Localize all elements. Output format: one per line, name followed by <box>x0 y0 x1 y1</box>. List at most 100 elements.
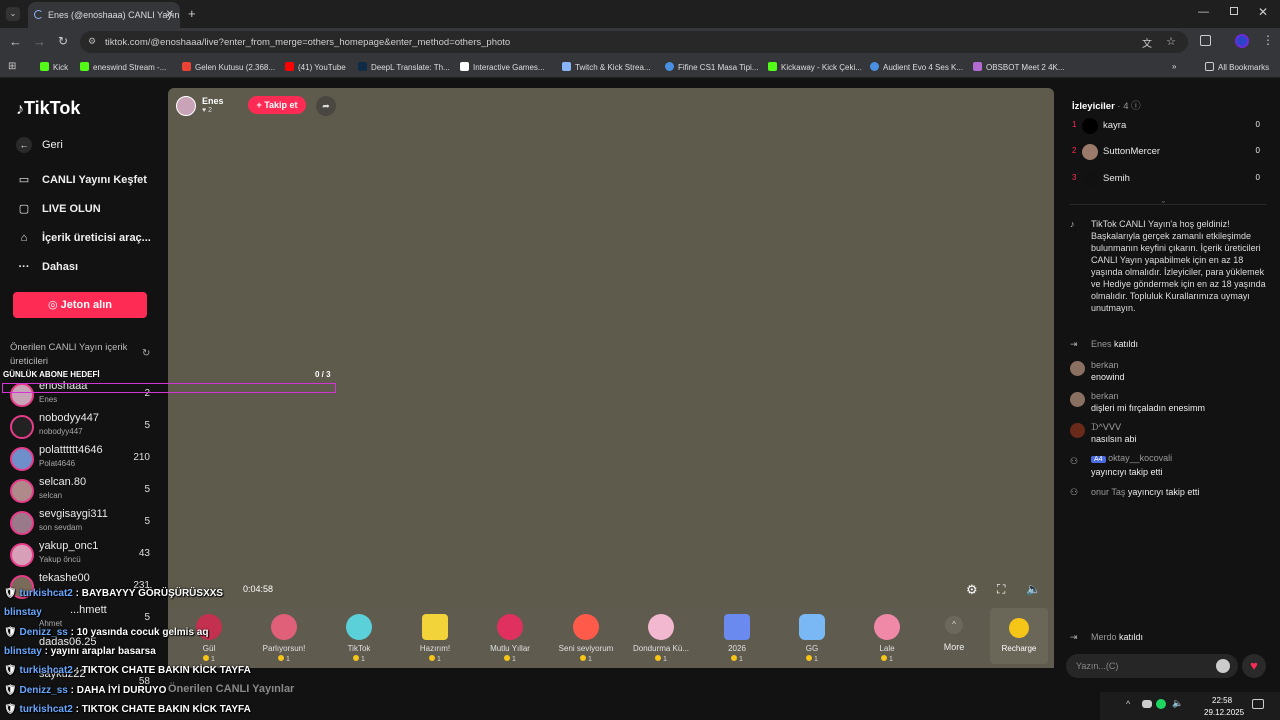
gift-item[interactable]: Gül 1 <box>174 614 244 663</box>
close-window-button[interactable]: ✕ <box>1258 5 1268 19</box>
discord-icon[interactable] <box>1142 700 1152 708</box>
gift-item[interactable]: Mutlu Yıllar 1 <box>475 614 545 663</box>
love-icon <box>573 614 599 640</box>
more-dots-icon: ··· <box>18 261 30 273</box>
volume-icon[interactable]: 🔈 <box>1026 582 1041 596</box>
clock-date[interactable]: 29.12.2025 <box>1204 708 1244 717</box>
host-avatar[interactable] <box>176 96 196 116</box>
gift-item[interactable]: Parlıyorsun! 1 <box>249 614 319 663</box>
follow-button[interactable]: + Takip et <box>248 96 306 114</box>
browser-tab[interactable]: Enes (@enoshaaa) CANLI Yayın ✕ <box>28 2 180 28</box>
notification-icon[interactable] <box>1252 699 1264 709</box>
gift-item[interactable]: TikTok 1 <box>324 614 394 663</box>
coin-icon <box>881 655 888 661</box>
clock-time[interactable]: 22:58 <box>1212 696 1232 705</box>
gift-item[interactable]: Seni seviyorum 1 <box>551 614 621 663</box>
right-panel: İzleyiciler · 4 ⓘ 1 kayra 0 2 SuttonMercer 0… <box>1062 88 1272 688</box>
bookmark-obsbot[interactable]: OBSBOT Meet 2 4K... <box>973 62 1065 72</box>
more-gifts-button[interactable]: ^ More <box>938 616 970 652</box>
url-field[interactable]: ⚙ tiktok.com/@enoshaaa/live?enter_from_m… <box>80 31 1188 53</box>
chat-join-message: ⇥ Merdo katıldı <box>1070 632 1144 642</box>
host-name[interactable]: Enes <box>202 96 224 106</box>
tab-list-button[interactable]: ⌄ <box>6 7 20 21</box>
coin-icon: ◎ <box>48 299 61 311</box>
gift-item[interactable]: 2026 1 <box>702 614 772 663</box>
settings-icon[interactable]: ⚙ <box>966 582 978 598</box>
fullscreen-icon[interactable]: ⛶ <box>997 582 1005 597</box>
gift-item[interactable]: Hazırım! 1 <box>400 614 470 663</box>
forward-button[interactable]: → <box>33 34 46 49</box>
bookmark-audient[interactable]: Audient Evo 4 Ses K... <box>870 62 963 72</box>
creator-item[interactable]: nobodyy447 nobodyy447 5 <box>10 412 158 442</box>
nav-creator-tools[interactable]: ⌂ İçerik üreticisi araç... <box>16 232 151 244</box>
refresh-icon[interactable]: ↻ <box>142 348 150 359</box>
kickaway-icon <box>768 62 777 71</box>
year-2026-icon <box>724 614 750 640</box>
cp-icon <box>562 62 571 71</box>
arrow-left-icon: ← <box>16 137 32 153</box>
minimize-button[interactable]: — <box>1198 6 1209 18</box>
like-button[interactable]: ♥ <box>1242 654 1266 678</box>
kick-icon <box>80 62 89 71</box>
overlay-chat-line: blinstay <box>4 607 42 618</box>
badge-icon: 🛡 <box>4 685 17 696</box>
spotify-icon[interactable] <box>1156 699 1166 709</box>
bookmark-fifine[interactable]: Fifine CS1 Masa Tipi... <box>665 62 758 72</box>
close-tab-icon[interactable]: ✕ <box>166 9 174 20</box>
bookmark-eneswind[interactable]: eneswind Stream -... <box>80 62 166 72</box>
avatar <box>10 479 34 503</box>
apps-icon[interactable]: ⊞ <box>8 61 16 72</box>
gift-item[interactable]: Lale 1 <box>852 614 922 663</box>
bookmarks-bar: ⊞ Kick eneswind Stream -... Gelen Kutusu… <box>0 56 1280 78</box>
emoji-icon[interactable] <box>1216 659 1230 673</box>
bookmark-interactive-games[interactable]: Interactive Games... <box>460 62 545 72</box>
translate-icon[interactable]: 文 <box>1142 35 1152 50</box>
creator-item[interactable]: selcan.80 selcan 5 <box>10 476 158 506</box>
viewer-row[interactable]: 1 kayra 0 <box>1072 118 1272 138</box>
speaker-icon[interactable]: 🔈 <box>1172 698 1183 709</box>
bookmark-deepl[interactable]: DeepL Translate: Th... <box>358 62 450 72</box>
site-info-icon[interactable]: ⚙ <box>88 36 96 47</box>
reload-button[interactable]: ↻ <box>58 34 68 48</box>
gift-item[interactable]: GG 1 <box>777 614 847 663</box>
get-coins-button[interactable]: ◎ Jeton alın <box>13 292 147 318</box>
info-icon[interactable]: ⓘ <box>1131 101 1141 112</box>
nav-explore-live[interactable]: ▭ CANLI Yayını Keşfet <box>16 173 147 186</box>
bookmark-star-icon[interactable]: ☆ <box>1166 35 1176 48</box>
bookmark-kick[interactable]: Kick <box>40 62 68 72</box>
recharge-button[interactable]: Recharge <box>990 608 1048 664</box>
bookmarks-overflow-icon[interactable]: » <box>1172 62 1176 71</box>
bookmark-gmail[interactable]: Gelen Kutusu (2.368... <box>182 62 275 72</box>
viewer-row[interactable]: 2 SuttonMercer 0 <box>1072 144 1272 164</box>
overlay-chat-line: 🛡 turkishcat2 : BAYBAYYY GÖRÜŞÜRÜSXXS <box>4 588 224 599</box>
avatar <box>1070 361 1085 376</box>
enter-icon: ⇥ <box>1070 632 1078 642</box>
new-tab-button[interactable]: + <box>188 6 196 21</box>
back-button[interactable]: ← <box>9 34 22 49</box>
check-icon <box>870 62 879 71</box>
nav-more[interactable]: ··· Dahası <box>16 261 79 273</box>
avatar <box>1070 423 1085 438</box>
chat-input[interactable]: Yazın...(C) <box>1066 654 1238 678</box>
creator-item[interactable]: polatttttt4646 Polat4646 210 <box>10 444 158 474</box>
restore-button[interactable] <box>1230 7 1238 15</box>
creator-item[interactable]: yakup_onc1 Yakup öncü 43 <box>10 540 158 570</box>
bookmark-youtube[interactable]: (41) YouTube <box>285 62 346 72</box>
viewer-row[interactable]: 3 Semih 0 <box>1072 171 1272 191</box>
bookmark-twitch-kick[interactable]: Twitch & Kick Strea... <box>562 62 651 72</box>
bookmark-kickaway[interactable]: Kickaway - Kick Çeki... <box>768 62 862 72</box>
back-link[interactable]: ← Geri <box>16 137 63 153</box>
all-bookmarks[interactable]: All Bookmarks <box>1205 62 1269 72</box>
tiktok-logo[interactable]: ♪TikTok <box>16 98 80 119</box>
nav-go-live[interactable]: ▢ LIVE OLUN <box>16 202 101 215</box>
menu-icon[interactable]: ⋮ <box>1262 33 1274 47</box>
live-video[interactable]: Enes ♥ 2 + Takip et ➦ GÜNLÜK ABONE HEDEF… <box>2 88 1054 668</box>
coin-icon <box>806 655 813 661</box>
extensions-icon[interactable] <box>1200 35 1211 46</box>
gift-item[interactable]: Dondurma Kü... 1 <box>626 614 696 663</box>
gg-icon <box>799 614 825 640</box>
profile-avatar[interactable] <box>1235 34 1249 48</box>
tray-expand-icon[interactable]: ^ <box>1126 699 1130 709</box>
creator-item[interactable]: sevgisaygi311 son sevdam 5 <box>10 508 158 538</box>
share-icon[interactable]: ➦ <box>316 96 336 116</box>
